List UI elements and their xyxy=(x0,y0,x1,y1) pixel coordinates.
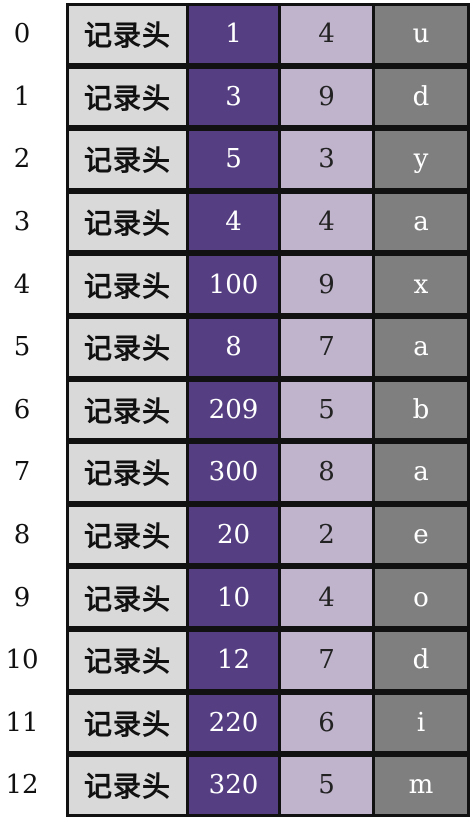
small-number-cell: 3 xyxy=(278,128,375,191)
record-header-cell: 记录头 xyxy=(66,629,189,692)
letter-cell: m xyxy=(372,754,470,817)
letter-cell: e xyxy=(372,503,470,567)
letter-cell: u xyxy=(372,3,470,66)
number-cell: 320 xyxy=(186,754,281,817)
small-number-cell: 4 xyxy=(278,190,375,254)
letter-cell: y xyxy=(372,128,470,191)
letter-cell: o xyxy=(372,566,470,629)
number-cell: 12 xyxy=(186,629,281,692)
number-cell: 220 xyxy=(186,691,281,755)
letter-cell: d xyxy=(372,65,470,129)
letter-cell: a xyxy=(372,190,470,254)
small-number-cell: 5 xyxy=(278,754,375,817)
small-number-cell: 7 xyxy=(278,629,375,692)
letter-cell: a xyxy=(372,441,470,504)
row-index: 3 xyxy=(13,207,31,238)
record-row: 2 记录头 5 3 y xyxy=(0,128,470,191)
row-index: 10 xyxy=(5,645,39,676)
number-cell: 209 xyxy=(186,378,281,442)
number-cell: 100 xyxy=(186,253,281,316)
record-row: 6 记录头 209 5 b xyxy=(0,378,470,442)
record-header-cell: 记录头 xyxy=(66,566,189,629)
number-cell: 4 xyxy=(186,190,281,254)
record-row: 8 记录头 20 2 e xyxy=(0,503,470,567)
records-table: 0 记录头 1 4 u 1 记录头 3 9 d 2 记录头 5 3 y 3 记录头 4 4 a 4 记录头 100 9 x 5 记录… xyxy=(0,0,470,820)
record-header-cell: 记录头 xyxy=(66,754,189,817)
record-row: 0 记录头 1 4 u xyxy=(0,3,470,66)
record-header-cell: 记录头 xyxy=(66,128,189,191)
number-cell: 20 xyxy=(186,503,281,567)
record-row: 9 记录头 10 4 o xyxy=(0,566,470,629)
record-header-cell: 记录头 xyxy=(66,190,189,254)
number-cell: 8 xyxy=(186,316,281,379)
row-index: 5 xyxy=(13,332,31,363)
row-index: 2 xyxy=(13,144,31,175)
record-row: 7 记录头 300 8 a xyxy=(0,441,470,504)
record-header-cell: 记录头 xyxy=(66,3,189,66)
record-header-cell: 记录头 xyxy=(66,503,189,567)
record-header-cell: 记录头 xyxy=(66,691,189,755)
record-header-cell: 记录头 xyxy=(66,316,189,379)
small-number-cell: 6 xyxy=(278,691,375,755)
letter-cell: d xyxy=(372,629,470,692)
small-number-cell: 4 xyxy=(278,566,375,629)
row-index: 4 xyxy=(13,269,31,300)
number-cell: 5 xyxy=(186,128,281,191)
letter-cell: x xyxy=(372,253,470,316)
number-cell: 3 xyxy=(186,65,281,129)
small-number-cell: 4 xyxy=(278,3,375,66)
record-header-cell: 记录头 xyxy=(66,441,189,504)
small-number-cell: 5 xyxy=(278,378,375,442)
small-number-cell: 9 xyxy=(278,253,375,316)
row-index: 0 xyxy=(13,19,31,50)
letter-cell: i xyxy=(372,691,470,755)
number-cell: 10 xyxy=(186,566,281,629)
row-index: 8 xyxy=(13,520,31,551)
number-cell: 300 xyxy=(186,441,281,504)
record-header-cell: 记录头 xyxy=(66,65,189,129)
row-index: 9 xyxy=(13,582,31,613)
letter-cell: a xyxy=(372,316,470,379)
record-header-cell: 记录头 xyxy=(66,253,189,316)
small-number-cell: 9 xyxy=(278,65,375,129)
record-row: 4 记录头 100 9 x xyxy=(0,253,470,316)
record-row: 3 记录头 4 4 a xyxy=(0,190,470,254)
record-header-cell: 记录头 xyxy=(66,378,189,442)
small-number-cell: 2 xyxy=(278,503,375,567)
number-cell: 1 xyxy=(186,3,281,66)
row-index: 7 xyxy=(13,457,31,488)
record-row: 1 记录头 3 9 d xyxy=(0,65,470,129)
row-index: 1 xyxy=(13,81,31,112)
row-index: 6 xyxy=(13,394,31,425)
small-number-cell: 7 xyxy=(278,316,375,379)
letter-cell: b xyxy=(372,378,470,442)
record-row: 11 记录头 220 6 i xyxy=(0,691,470,755)
row-index: 12 xyxy=(5,770,39,801)
record-row: 5 记录头 8 7 a xyxy=(0,316,470,379)
record-row: 10 记录头 12 7 d xyxy=(0,629,470,692)
row-index: 11 xyxy=(5,707,39,738)
record-row: 12 记录头 320 5 m xyxy=(0,754,470,817)
small-number-cell: 8 xyxy=(278,441,375,504)
